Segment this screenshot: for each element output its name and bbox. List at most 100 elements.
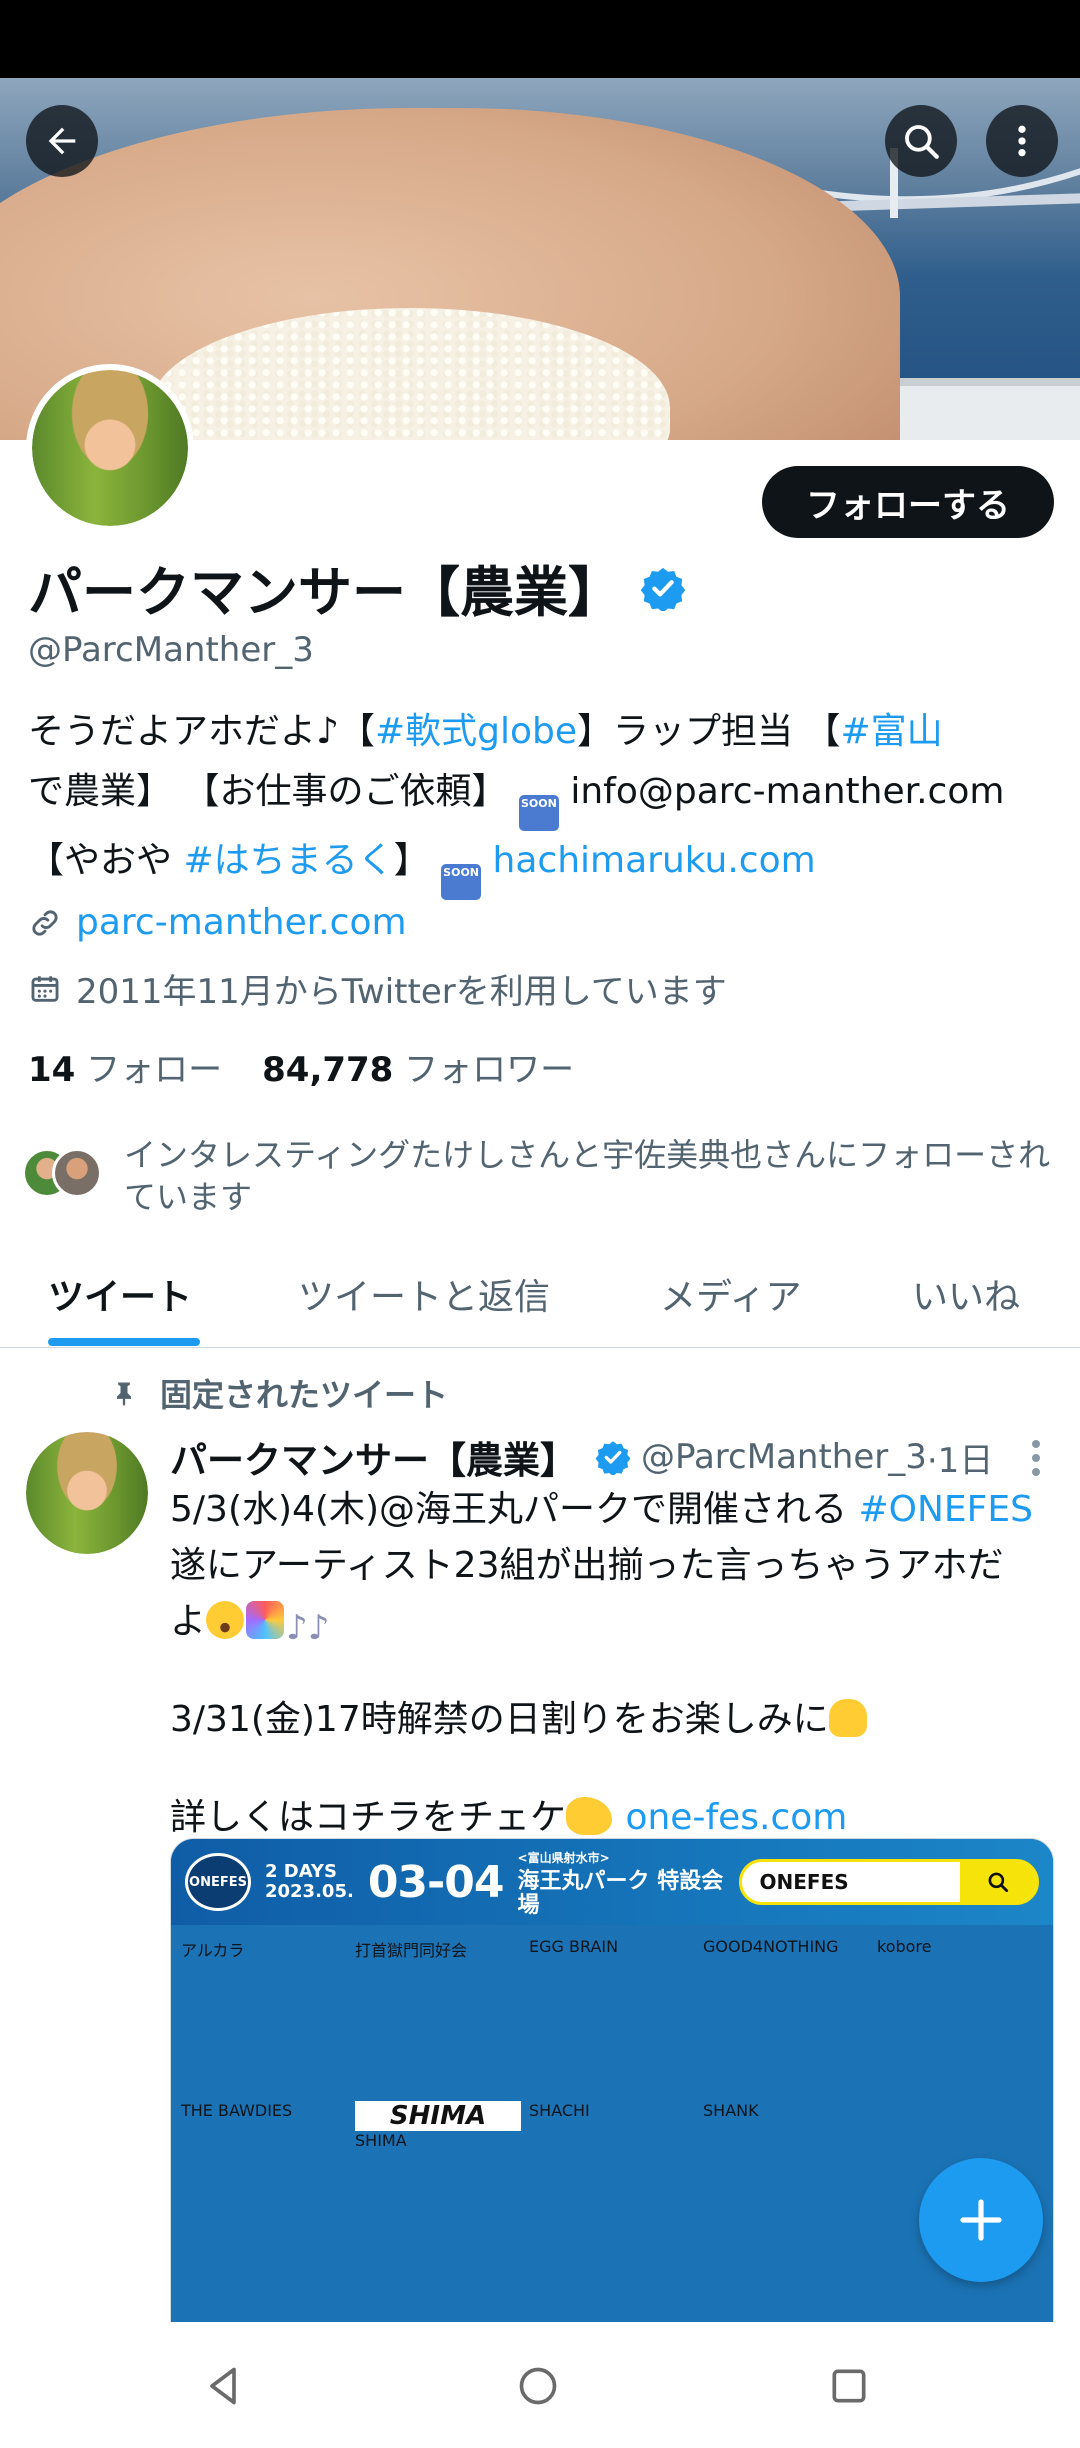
search-icon [988,1872,1009,1893]
website-link[interactable]: parc-manther.com [76,902,407,943]
card-header: ONEFES 2 DAYS 2023.05. 03-04 <富山県射水市> 海王丸パ… [171,1839,1053,1925]
follow-stats: 14 フォロー 84,778 フォロワー [28,1042,574,1091]
tweet-link[interactable]: one-fes.com [614,1797,847,1838]
artist-name: SHANK [703,2101,759,2120]
artist-name: kobore [877,1937,932,1956]
triangle-back-icon[interactable] [201,2364,245,2408]
link-icon [32,909,58,936]
hashtag-link[interactable]: #はちまるく [183,840,393,881]
circle-home-icon[interactable] [516,2364,560,2408]
artist-tile: SHIMA SHIMA [355,2101,521,2261]
tab-tweets[interactable]: ツイート [48,1268,192,1320]
following-stat[interactable]: 14 フォロー [28,1042,222,1091]
compose-tweet-button[interactable] [919,2158,1043,2282]
back-button[interactable] [26,105,98,177]
avatar-image [32,370,188,526]
profile-bio: そうだよアホだよ♪【#軟式globe】ラップ担当 【#富山 で農業】 【お仕事の… [28,702,1058,900]
verified-badge-icon [595,1441,631,1475]
card-days: 2 DAYS 2023.05. [265,1862,354,1902]
artist-name: アルカラ [181,1941,245,1960]
more-options-button[interactable] [986,105,1058,177]
artist-tile: EGG BRAIN [529,1937,695,2097]
profile-handle: @ParcManther_3 [28,630,314,670]
follow-button[interactable]: フォローする [762,466,1054,538]
tweet-author-avatar[interactable] [26,1432,148,1554]
avatar [52,1148,102,1198]
bio-line-2: で農業】 【お仕事のご依頼】 SOON info@parc-manther.co… [28,762,1058,831]
android-navigation-bar [0,2322,1080,2448]
pinned-label: 固定されたツイート [160,1376,449,1414]
tweet-line: 遂にアーティスト23組が出揃った言っちゃうアホだ [170,1545,1004,1586]
active-tab-indicator [48,1338,200,1346]
card-venue-name: 海王丸パーク 特設会場 [517,1869,724,1918]
bio-text: そうだよアホだよ♪【 [28,711,375,752]
artist-tile: GOOD4NOTHING [703,1937,869,2097]
profile-avatar[interactable] [26,364,194,532]
onefes-logo: ONEFES [185,1853,251,1911]
artist-tile: アルカラ [181,1937,347,2097]
artist-name: THE BAWDIES [181,2101,293,2120]
hashtag-link[interactable]: #富山 [840,711,942,752]
tweet-line: よ ♪♪ [170,1594,1050,1650]
status-bar [0,0,1080,78]
calendar-icon [31,975,59,1002]
tweet-media-image[interactable]: ONEFES 2 DAYS 2023.05. 03-04 <富山県射水市> 海王丸パ… [170,1838,1054,2398]
raised-hands-emoji-icon [828,1699,867,1737]
artist-photo: SHIMA [355,2101,521,2131]
search-icon [905,125,939,159]
artist-name: GOOD4NOTHING [703,1937,839,1956]
artist-tile: THE BAWDIES [181,2101,347,2261]
hashtag-link[interactable]: #ONEFES [858,1489,1032,1530]
followed-by-text: インタレスティングたけしさんと宇佐美典也さんにフォローされています [124,1136,1051,1216]
card-search-text: ONEFES [759,1870,849,1894]
artist-tile: SHANK [703,2101,869,2261]
bio-text: 】 [393,840,430,881]
bio-line-1: そうだよアホだよ♪【#軟式globe】ラップ担当 【#富山 [28,702,1058,762]
verified-badge-icon [640,567,686,611]
bio-text: 】ラップ担当 【 [577,711,841,752]
bio-link[interactable]: hachimaruku.com [481,840,816,881]
card-dates: 03-04 [367,1856,505,1908]
tweet-author-name[interactable]: パークマンサー【農業】 [170,1430,577,1484]
bio-line-3: 【やおや #はちまるく】 SOON hachimaruku.com [28,831,1058,900]
followed-by-avatars [22,1148,108,1208]
tweet-author-handle: @ParcManther_3 [641,1437,927,1477]
tweet-text: 詳しくはコチラをチェケ [170,1797,567,1838]
plus-icon [960,2199,1002,2241]
card-date-start: 03 [367,1856,428,1908]
tweet-more-icon[interactable] [1026,1438,1046,1478]
card-venue: <富山県射水市> 海王丸パーク 特設会場 [518,1846,725,1918]
soon-arrow-icon: SOON [518,795,559,831]
following-label: フォロー [86,1050,223,1090]
tweet-line: 3/31(金)17時解禁の日割りをお楽しみに [170,1692,1050,1748]
tweet-text: よ [170,1601,207,1642]
profile-website-row: parc-manther.com [28,902,407,943]
tweet-body: 5/3(水)4(木)@海王丸パークで開催される #ONEFES 遂にアーティスト… [170,1482,1050,1846]
card-date-end: -04 [427,1856,504,1908]
pin-icon [117,1382,131,1406]
followed-by-row[interactable]: インタレスティングたけしさんと宇佐美典也さんにフォローされています [22,1134,1062,1218]
followers-label: フォロワー [404,1050,575,1090]
card-days-label: 2 DAYS [264,1861,337,1882]
pinned-label-row: 固定されたツイート [110,1370,448,1416]
tweet-time: ·1日 [926,1440,994,1481]
profile-joined-row: 2011年11月からTwitterを利用しています [28,964,727,1013]
tweet-text: 3/31(金)17時解禁の日割りをお楽しみに [170,1699,829,1740]
followers-stat[interactable]: 84,778 フォロワー [262,1042,574,1091]
tweet-line: 5/3(水)4(木)@海王丸パークで開催される #ONEFES [170,1482,1050,1538]
bio-text: 【やおや [28,840,184,881]
profile-name-row: パークマンサー【農業】 [28,548,686,627]
artist-name: SHACHI [529,2101,590,2120]
tab-media[interactable]: メディア [660,1268,801,1320]
artist-tile: 打首獄門同好会 [355,1937,521,2097]
hashtag-link[interactable]: #軟式globe [375,711,577,752]
display-name: パークマンサー【農業】 [28,561,622,624]
artist-name: EGG BRAIN [529,1937,619,1956]
tab-likes[interactable]: いいね [912,1268,1020,1320]
square-recents-icon[interactable] [827,2364,871,2408]
arrow-left-icon [48,127,76,155]
search-button[interactable] [885,105,957,177]
profile-tabs: ツイート ツイートと返信 メディア いいね [0,1246,1080,1348]
tab-tweets-replies[interactable]: ツイートと返信 [298,1268,550,1320]
artist-tile: SHACHI [529,2101,695,2261]
